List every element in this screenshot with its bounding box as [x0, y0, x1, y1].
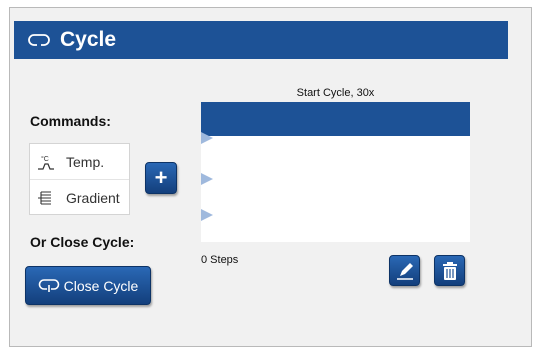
close-cycle-button-label: Close Cycle	[63, 277, 139, 294]
step-count: 0 Steps	[201, 254, 239, 266]
delete-button[interactable]	[434, 255, 465, 286]
command-item-gradient[interactable]: Gradient	[30, 180, 129, 215]
command-item-label: Temp.	[66, 153, 105, 170]
svg-text:°C: °C	[41, 155, 49, 163]
command-list: °C Temp. Gradient	[29, 143, 130, 215]
cycle-step-list[interactable]	[201, 102, 470, 242]
trash-icon	[442, 261, 457, 280]
gradient-icon	[36, 189, 56, 207]
close-cycle-label: Or Close Cycle:	[30, 234, 135, 250]
pencil-icon	[396, 262, 413, 280]
cycle-start-row[interactable]	[201, 102, 470, 136]
insert-marker-icon[interactable]	[201, 173, 213, 185]
close-cycle-button[interactable]: Close Cycle	[25, 266, 151, 305]
add-command-button[interactable]: +	[145, 162, 177, 194]
commands-label: Commands:	[30, 113, 111, 129]
cycle-loop-icon	[28, 33, 52, 47]
insert-marker-icon[interactable]	[201, 132, 213, 144]
title-bar: Cycle	[14, 21, 508, 59]
cycle-loop-icon	[38, 278, 59, 292]
cycle-header: Start Cycle, 30x	[296, 87, 375, 99]
command-item-temp[interactable]: °C Temp.	[30, 144, 129, 180]
insert-marker-icon[interactable]	[201, 209, 213, 221]
edit-button[interactable]	[389, 255, 420, 286]
command-item-label: Gradient	[66, 189, 120, 206]
temperature-icon: °C	[36, 153, 56, 171]
page-title: Cycle	[60, 28, 117, 51]
